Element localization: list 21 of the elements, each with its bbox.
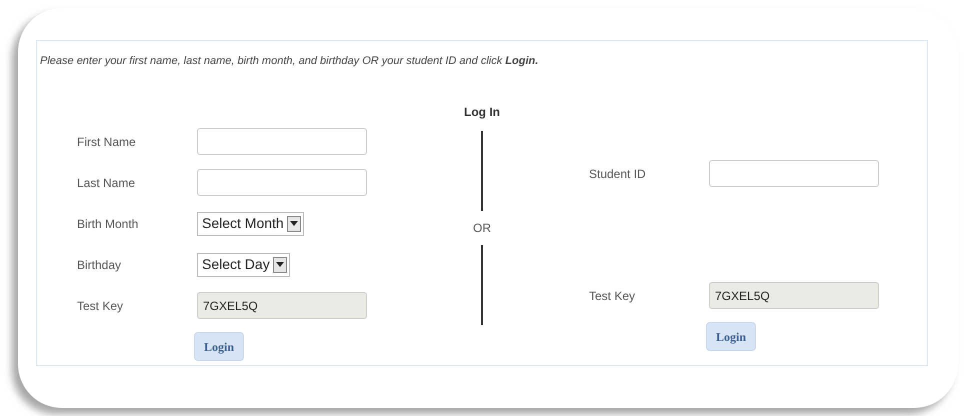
caret-icon bbox=[286, 216, 301, 232]
readonly-field[interactable]: 7GXEL5Q bbox=[709, 282, 879, 309]
login-button[interactable]: Login bbox=[706, 322, 756, 351]
caret-icon bbox=[272, 256, 287, 272]
select-dropdown[interactable]: Select Day bbox=[197, 252, 290, 276]
field-label: First Name bbox=[77, 134, 137, 150]
login-button[interactable]: Login bbox=[194, 332, 244, 361]
field-label: Test Key bbox=[589, 288, 636, 304]
text-field[interactable] bbox=[197, 128, 367, 155]
text-field[interactable] bbox=[709, 160, 879, 187]
divider-text: OR bbox=[473, 220, 491, 237]
field-label: Test Key bbox=[77, 298, 124, 314]
text-field[interactable] bbox=[197, 169, 367, 196]
section-heading: Log In bbox=[464, 104, 500, 121]
field-label: Birthday bbox=[77, 256, 122, 274]
field-label: Student ID bbox=[589, 166, 647, 182]
field-label: Birth Month bbox=[77, 216, 140, 232]
readonly-field[interactable]: 7GXEL5Q bbox=[197, 292, 367, 319]
field-label: Last Name bbox=[77, 174, 136, 192]
instructions: Please enter your first name, last name, birth month, and birthday OR your student ID and click Login. bbox=[40, 54, 538, 69]
select-dropdown[interactable]: Select Month bbox=[197, 212, 304, 236]
